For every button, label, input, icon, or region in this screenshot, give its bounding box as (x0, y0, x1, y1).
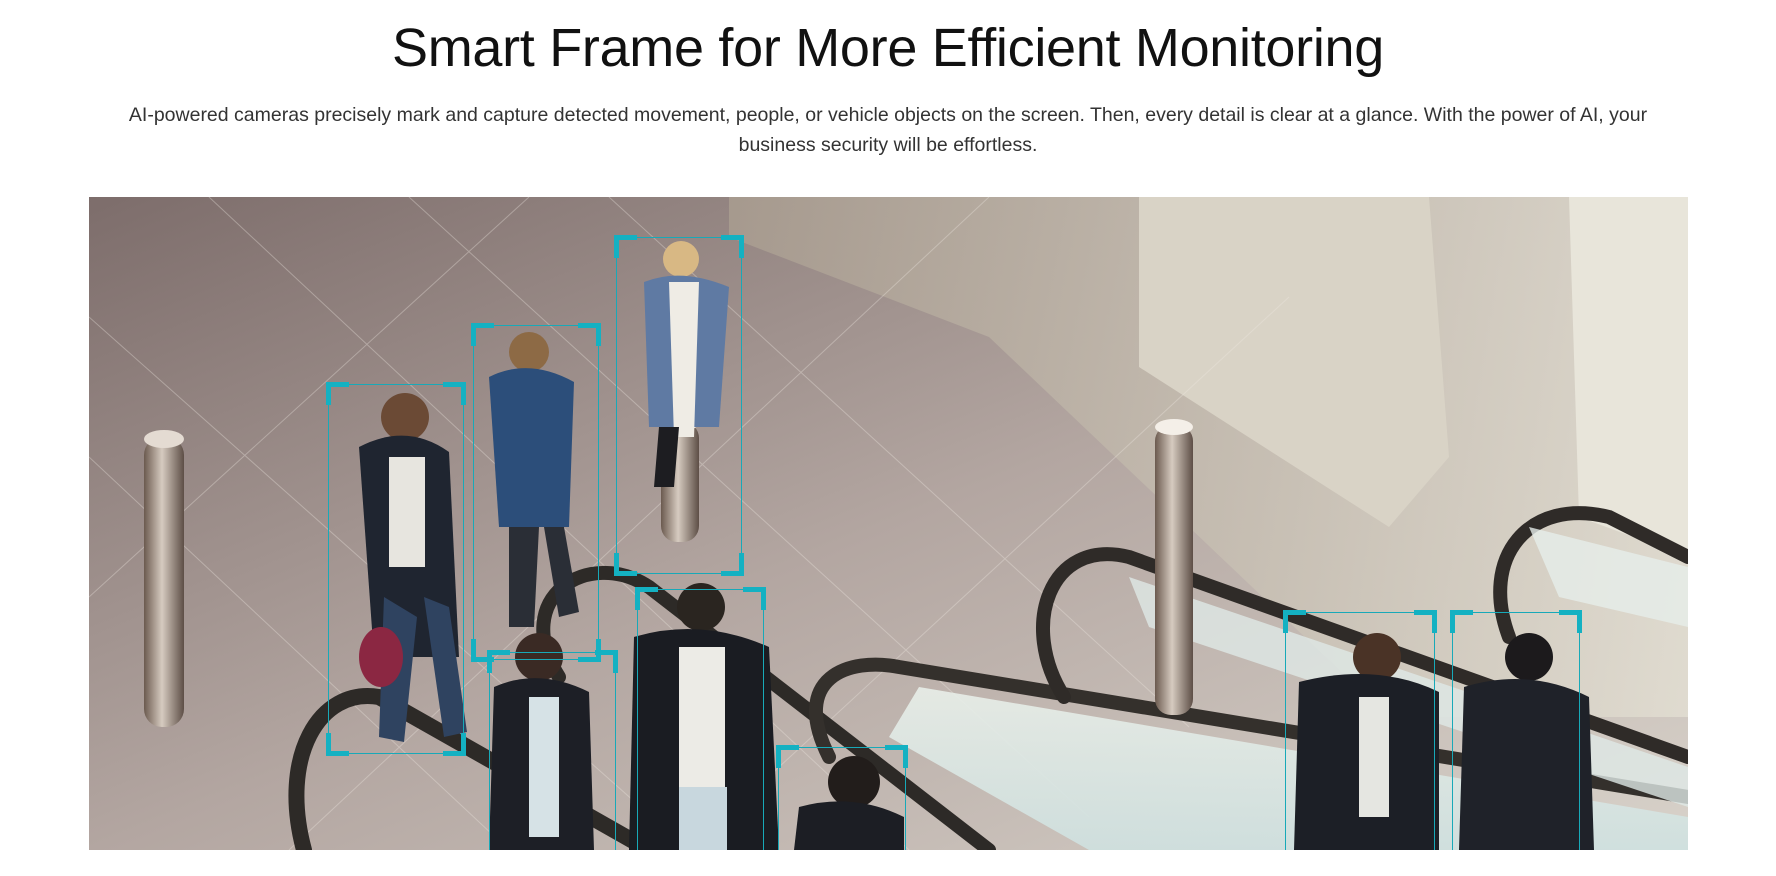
detection-frame (776, 745, 908, 850)
detection-frame (471, 323, 601, 662)
detection-frame (487, 650, 618, 850)
detection-frame (635, 587, 766, 850)
detection-frame (1450, 610, 1582, 850)
surveillance-photo (89, 197, 1688, 850)
section-description: AI-powered cameras precisely mark and ca… (128, 104, 1648, 156)
section-title: Smart Frame for More Efficient Monitorin… (391, 18, 1385, 78)
detection-frame (326, 382, 466, 756)
detection-frame (1283, 610, 1437, 850)
detection-frame (614, 235, 744, 576)
